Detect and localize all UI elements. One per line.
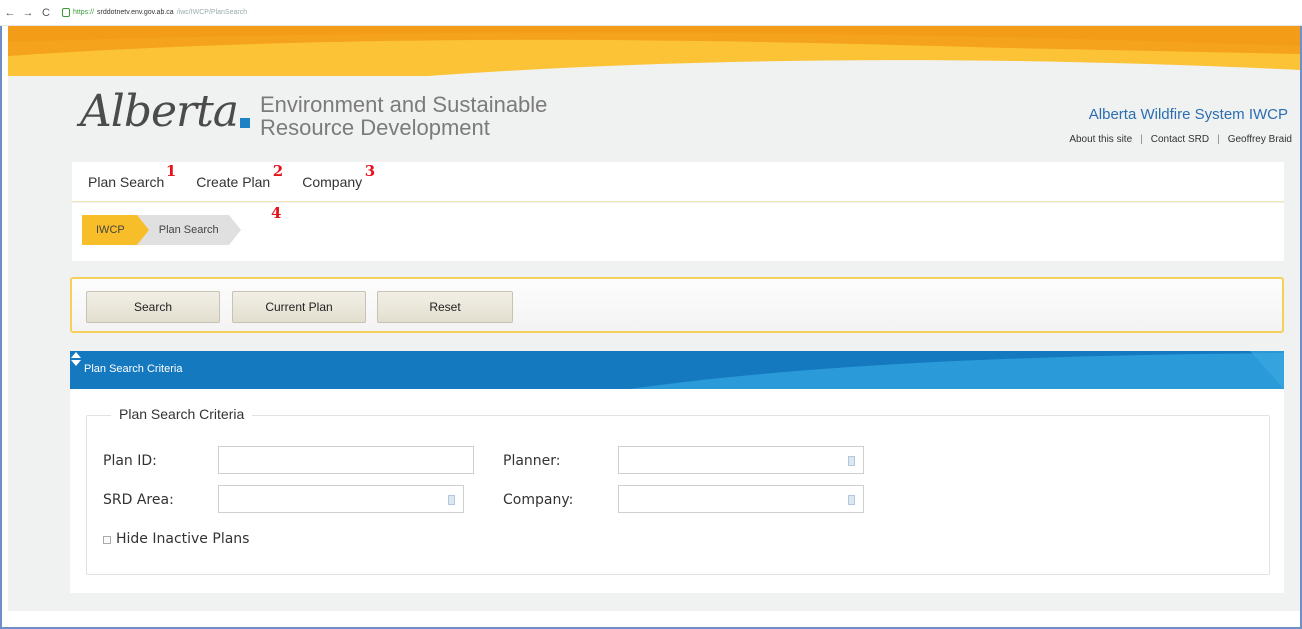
breadcrumb-bar: IWCP Plan Search — [72, 203, 1284, 261]
logo-wordmark: Alberta — [80, 86, 239, 137]
srd-area-label: SRD Area: — [103, 492, 174, 508]
department-line-2: Resource Development — [260, 115, 490, 140]
srd-area-select[interactable] — [218, 485, 464, 513]
breadcrumb-iwcp[interactable]: IWCP — [82, 215, 149, 245]
browser-address-bar: ← → C https:// srddotnetv.env.gov.ab.ca … — [0, 0, 1302, 26]
current-plan-button[interactable]: Current Plan — [232, 291, 366, 323]
annotation-1: 1 — [165, 161, 177, 180]
url-field[interactable]: https:// srddotnetv.env.gov.ab.ca /iwc/I… — [58, 6, 251, 20]
menu-label: Plan Search — [88, 173, 165, 190]
lock-icon — [62, 8, 70, 17]
dropdown-arrow-icon — [848, 495, 855, 505]
annotation-2: 2 — [272, 161, 284, 180]
collapse-toggle-icon[interactable] — [70, 351, 82, 367]
breadcrumb: IWCP Plan Search — [82, 215, 241, 245]
alberta-logo[interactable]: Alberta — [80, 90, 256, 134]
fieldset-legend: Plan Search Criteria — [111, 406, 253, 422]
panel-title: Plan Search Criteria — [84, 363, 183, 375]
menu-item-plan-search[interactable]: Plan Search 1 — [88, 162, 176, 190]
company-label: Company: — [503, 492, 574, 508]
plan-id-input[interactable] — [218, 446, 474, 474]
company-select[interactable] — [618, 485, 864, 513]
panel-header[interactable]: Plan Search Criteria — [70, 351, 1284, 389]
contact-link[interactable]: Contact SRD — [1151, 134, 1209, 145]
about-link[interactable]: About this site — [1069, 134, 1132, 145]
menu-item-company[interactable]: Company 3 — [302, 162, 375, 190]
user-link[interactable]: Geoffrey Braid — [1228, 134, 1292, 145]
annotation-4: 4 — [271, 204, 282, 222]
breadcrumb-plan-search[interactable]: Plan Search — [136, 215, 241, 245]
dropdown-arrow-icon — [848, 456, 855, 466]
link-separator: | — [1140, 134, 1143, 145]
department-name: Environment and Sustainable Resource Dev… — [260, 93, 547, 139]
system-name: Alberta Wildfire System IWCP — [1088, 106, 1288, 123]
reset-button[interactable]: Reset — [377, 291, 513, 323]
url-scheme: https:// — [73, 9, 95, 16]
panel-body: Plan Search Criteria Plan ID: Planner: S… — [70, 389, 1284, 593]
annotation-3: 3 — [364, 161, 376, 180]
menu-label: Create Plan — [196, 173, 271, 190]
reload-icon[interactable]: C — [40, 7, 52, 19]
header-links: About this site | Contact SRD | Geoffrey… — [1069, 134, 1292, 145]
planner-label: Planner: — [503, 453, 561, 469]
main-menu: Plan Search 1 Create Plan 2 Company 3 — [72, 162, 1284, 202]
banner-swoosh — [8, 26, 1300, 76]
search-button[interactable]: Search — [86, 291, 220, 323]
url-host: srddotnetv.env.gov.ab.ca — [97, 9, 174, 16]
logo-square-icon — [240, 118, 250, 128]
hide-inactive-checkbox[interactable] — [103, 536, 111, 544]
dropdown-arrow-icon — [448, 495, 455, 505]
link-separator: | — [1217, 134, 1220, 145]
forward-arrow-icon[interactable]: → — [22, 7, 34, 19]
department-line-1: Environment and Sustainable — [260, 92, 548, 117]
action-toolbar: Search Current Plan Reset — [70, 277, 1284, 333]
panel-header-swoosh — [70, 351, 1284, 389]
plan-id-label: Plan ID: — [103, 453, 157, 469]
menu-label: Company — [302, 173, 363, 190]
back-arrow-icon[interactable]: ← — [4, 7, 16, 19]
url-path: /iwc/IWCP/PlanSearch — [176, 9, 248, 16]
planner-select[interactable] — [618, 446, 864, 474]
header-banner — [8, 26, 1300, 76]
menu-item-create-plan[interactable]: Create Plan 2 — [196, 162, 283, 190]
hide-inactive-label[interactable]: Hide Inactive Plans — [116, 531, 249, 547]
